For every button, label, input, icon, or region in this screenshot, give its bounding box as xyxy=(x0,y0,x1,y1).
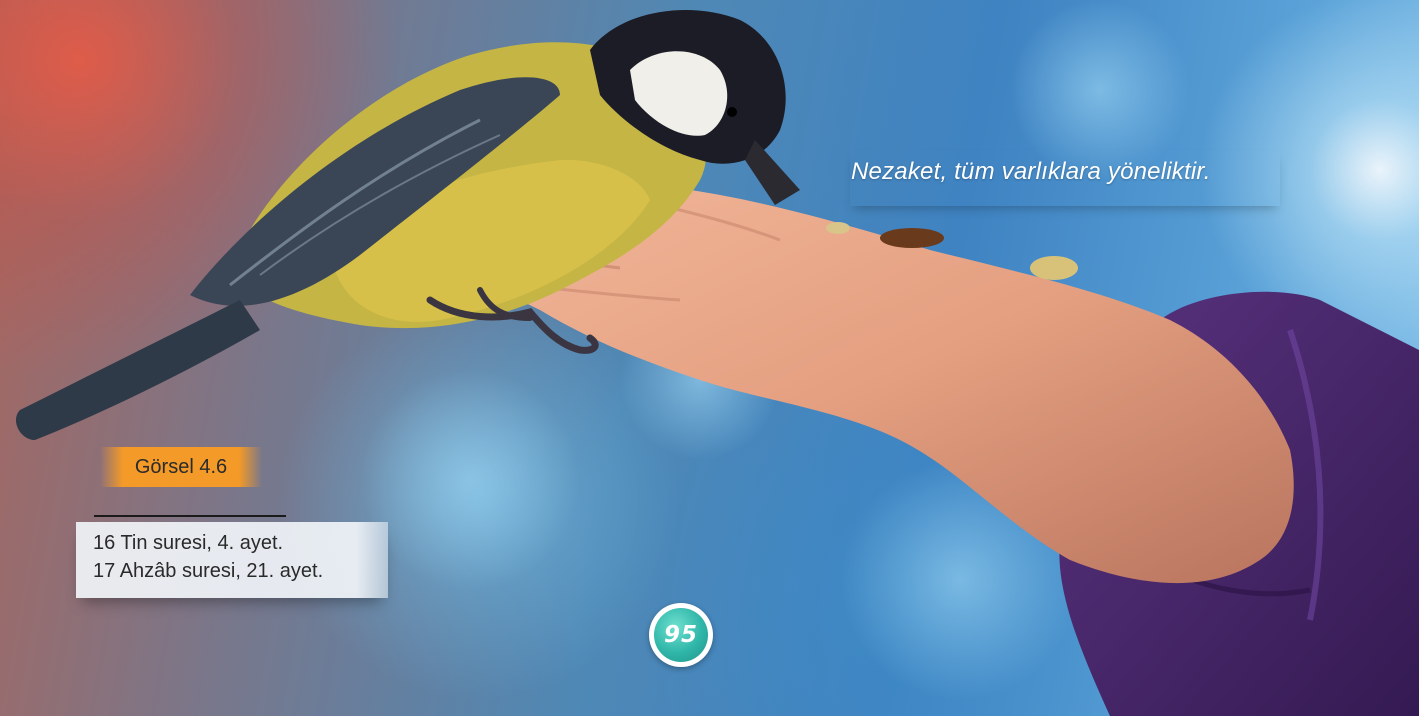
image-caption: Nezaket, tüm varlıklara yöneliktir. xyxy=(851,158,1211,185)
figure-label: Görsel 4.6 xyxy=(100,447,262,487)
bird-and-hand-illustration xyxy=(15,0,1419,716)
seed xyxy=(826,222,850,234)
footnotes-box: 16 Tin suresi, 4. ayet. 17 Ahzâb suresi,… xyxy=(76,522,388,598)
footnote-16: 16 Tin suresi, 4. ayet. xyxy=(93,532,284,554)
footnote-17: 17 Ahzâb suresi, 21. ayet. xyxy=(93,560,324,582)
footnote-divider xyxy=(94,515,286,517)
seed xyxy=(1030,256,1078,280)
seed xyxy=(880,228,944,248)
figure-label-text: Görsel 4.6 xyxy=(134,455,228,478)
bird-eye xyxy=(727,107,737,117)
bird-beak xyxy=(745,140,800,205)
page-number-badge: 95 xyxy=(649,603,713,667)
background-photo xyxy=(0,0,1419,716)
bokeh-light xyxy=(360,370,580,590)
bird-tail xyxy=(15,300,261,440)
page-number: 95 xyxy=(663,622,698,648)
